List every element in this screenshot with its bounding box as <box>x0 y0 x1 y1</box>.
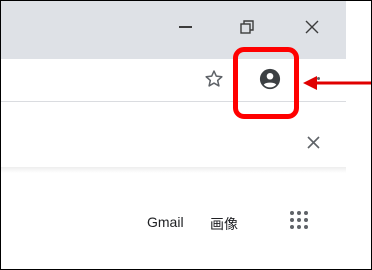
close-window-button[interactable] <box>300 15 324 39</box>
apps-grid-icon[interactable] <box>288 209 310 231</box>
gmail-link[interactable]: Gmail <box>147 214 184 230</box>
star-icon[interactable] <box>204 69 224 89</box>
images-link[interactable]: 画像 <box>210 214 238 234</box>
minimize-button[interactable] <box>173 15 197 39</box>
minimize-icon <box>178 26 192 28</box>
info-bar <box>1 119 346 170</box>
divider <box>1 167 346 173</box>
arrow-left-icon <box>303 76 371 90</box>
close-icon <box>305 20 319 34</box>
browser-window: Gmail 画像 <box>0 0 372 270</box>
restore-icon <box>240 20 254 34</box>
annotation-highlight-box <box>233 47 299 119</box>
restore-button[interactable] <box>235 15 259 39</box>
close-icon[interactable] <box>307 136 320 149</box>
